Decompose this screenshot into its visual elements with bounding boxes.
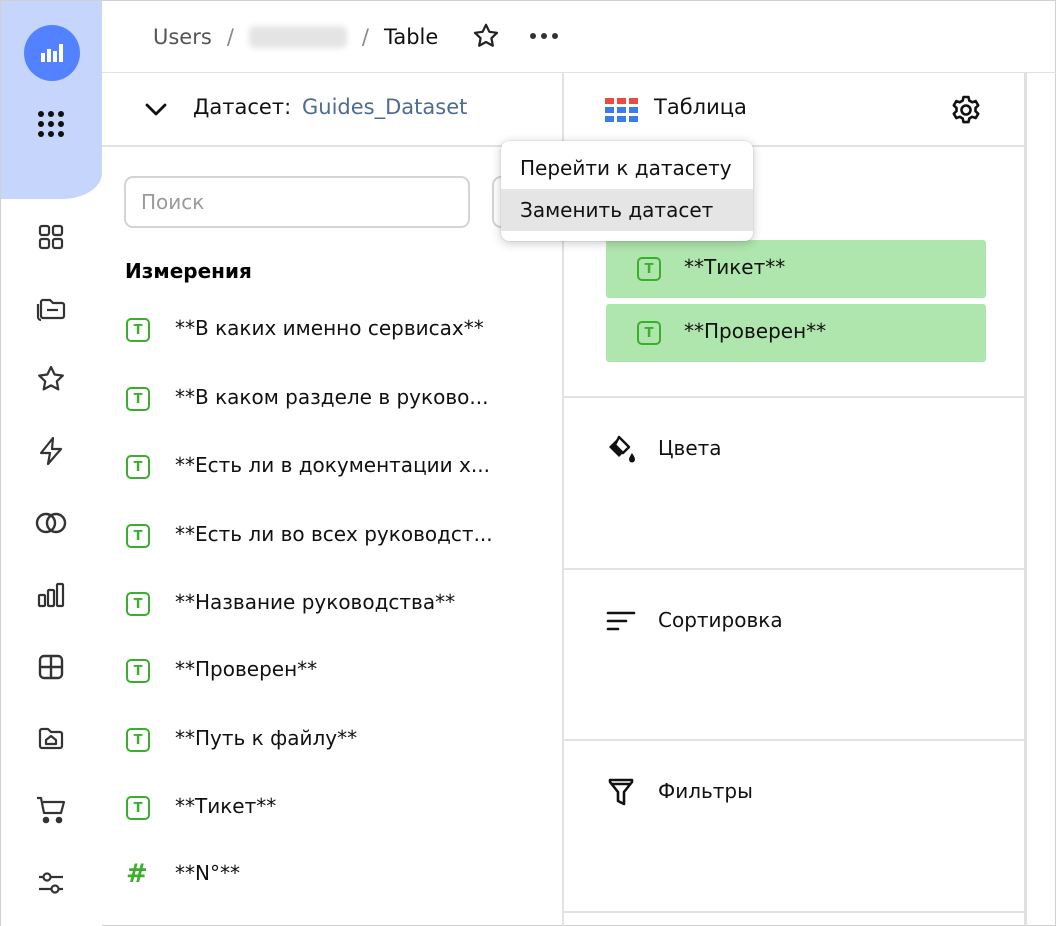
text-type-icon: T [126, 659, 150, 683]
dimensions-title: Измерения [125, 259, 252, 283]
fill-color-icon [605, 433, 637, 465]
dataset-menu: Перейти к датасету Заменить датасет [501, 141, 753, 241]
list-item[interactable]: T **Название руководства** [102, 580, 562, 626]
more-options-icon[interactable] [526, 21, 562, 51]
field-label: **Проверен** [175, 657, 318, 681]
list-item[interactable]: # **N°** [102, 851, 562, 897]
navigation-rail [1, 1, 102, 926]
text-type-icon: T [126, 318, 150, 342]
menu-item-replace-dataset[interactable]: Заменить датасет [501, 189, 753, 231]
layout-grid-icon[interactable] [31, 647, 71, 687]
table-icon [605, 98, 639, 126]
list-item[interactable]: T **Есть ли во всех руководст... [102, 512, 562, 558]
number-type-icon: # [126, 859, 148, 889]
list-item[interactable]: T **В каком разделе в руково... [102, 375, 562, 421]
sort-section[interactable]: Сортировка [564, 568, 1024, 739]
folder-home-icon[interactable] [31, 718, 71, 758]
field-label: **В каких именно сервисах** [175, 316, 484, 340]
text-type-icon: T [126, 796, 150, 820]
text-type-icon: T [637, 321, 661, 345]
list-item[interactable]: T **Проверен** [102, 647, 562, 693]
dataset-selector[interactable]: Датасет: Guides_Dataset [102, 73, 564, 147]
breadcrumb: Users / / Table [153, 23, 438, 51]
charts-bars-icon[interactable] [31, 575, 71, 615]
dataset-label: Датасет: [193, 95, 292, 119]
gear-icon[interactable] [949, 93, 983, 127]
text-type-icon: T [126, 592, 150, 616]
dataset-panel: Датасет: Guides_Dataset Измерения T **В … [102, 73, 564, 926]
list-item[interactable]: T **В каких именно сервисах** [102, 306, 562, 352]
text-type-icon: T [126, 387, 150, 411]
visualization-label: Таблица [654, 95, 747, 119]
visualization-type-selector[interactable]: Таблица [564, 73, 1024, 147]
text-type-icon: T [126, 728, 150, 752]
settings-sliders-icon[interactable] [31, 863, 71, 903]
field-label: **Есть ли во всех руководст... [175, 522, 493, 546]
list-item[interactable]: T **Тикет** [102, 784, 562, 830]
list-item[interactable]: T **Путь к файлу** [102, 716, 562, 762]
sort-label: Сортировка [658, 608, 783, 632]
breadcrumb-user-blurred[interactable] [248, 26, 347, 48]
search-input[interactable] [124, 176, 470, 228]
favorites-star-icon[interactable] [31, 359, 71, 399]
collections-icon[interactable] [31, 288, 71, 328]
field-label: **N°** [175, 861, 240, 885]
dataset-name[interactable]: Guides_Dataset [302, 95, 467, 119]
field-label: **В каком разделе в руково... [175, 385, 489, 409]
colors-label: Цвета [658, 436, 722, 460]
field-label: **Путь к файлу** [175, 726, 358, 750]
filters-section[interactable]: Фильтры [564, 739, 1024, 911]
chevron-down-icon[interactable] [142, 95, 170, 123]
text-type-icon: T [126, 524, 150, 548]
column-chip[interactable]: T **Проверен** [606, 304, 986, 362]
lightning-icon[interactable] [31, 431, 71, 471]
apps-grid-icon[interactable] [31, 104, 71, 144]
list-item[interactable]: T **Есть ли в документации х... [102, 443, 562, 489]
filter-icon [605, 776, 637, 808]
text-type-icon: T [126, 455, 150, 479]
breadcrumb-current: Table [383, 25, 439, 49]
field-label: **Тикет** [175, 794, 277, 818]
breadcrumb-separator: / [361, 25, 369, 49]
menu-item-go-to-dataset[interactable]: Перейти к датасету [501, 147, 753, 189]
shopping-cart-icon[interactable] [31, 790, 71, 830]
chip-label: **Тикет** [684, 255, 786, 279]
top-header: Users / / Table [102, 1, 1056, 73]
text-type-icon: T [637, 257, 661, 281]
connections-rings-icon[interactable] [31, 503, 71, 543]
extra-section [564, 911, 1024, 926]
field-label: **Название руководства** [175, 590, 456, 614]
datalens-logo-icon[interactable] [24, 25, 80, 81]
sort-icon [605, 605, 637, 637]
field-label: **Есть ли в документации х... [175, 453, 490, 477]
column-chip[interactable]: T **Тикет** [606, 240, 986, 298]
breadcrumb-users[interactable]: Users [153, 25, 212, 49]
breadcrumb-separator: / [226, 25, 234, 49]
filters-label: Фильтры [658, 779, 753, 803]
favorite-star-icon[interactable] [470, 20, 502, 52]
chip-label: **Проверен** [684, 319, 827, 343]
colors-section[interactable]: Цвета [564, 396, 1024, 568]
dashboard-grid-icon[interactable] [31, 217, 71, 257]
